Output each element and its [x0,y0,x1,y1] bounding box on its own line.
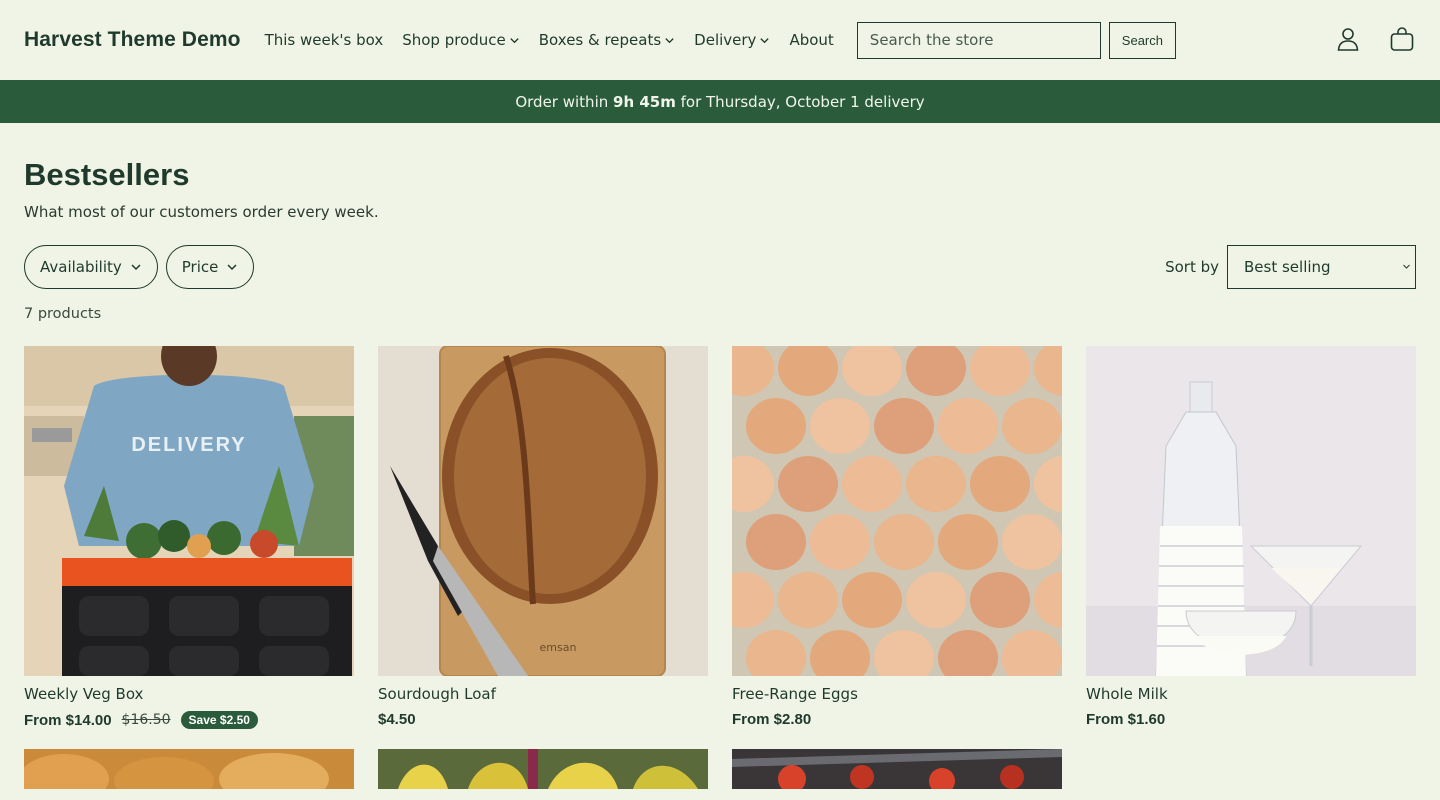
product-card[interactable] [378,749,708,789]
eggs-image [732,346,1062,676]
egg [842,572,902,628]
product-image[interactable] [732,346,1062,676]
sourdough-image: emsan [378,346,708,676]
site-header: Harvest Theme Demo This week's box Shop … [0,0,1440,80]
filter-bar: Availability Price Sort by Best selling [24,245,1416,289]
search-form: Search [856,21,1176,59]
product-card[interactable]: Free-Range Eggs From $2.80 [732,346,1062,729]
bananas-image [378,749,708,789]
announcement-suffix: for Thursday, October 1 delivery [675,92,925,111]
product-count: 7 products [24,306,102,322]
product-image[interactable] [24,749,354,789]
product-image[interactable] [732,749,1062,789]
egg [778,456,838,512]
nav-boxes-repeats[interactable]: Boxes & repeats [539,31,675,49]
product-image[interactable]: DELIVERY [24,346,354,676]
search-button[interactable]: Search [1108,21,1176,59]
delivery-person-image: DELIVERY [24,346,354,676]
chevron-down-icon [510,37,519,43]
nav-about[interactable]: About [789,31,833,49]
price-row: From $14.00 $16.50 Save $2.50 [24,711,354,729]
product-image[interactable] [378,749,708,789]
svg-text:emsan: emsan [540,641,577,654]
announcement-countdown: 9h 45m [613,92,676,111]
product-card[interactable]: DELIVERY Weekly Veg Box From $14.00 $16.… [24,346,354,729]
compare-price: $16.50 [121,712,171,728]
filter-group: Availability Price [24,245,255,289]
egg [938,514,998,570]
egg [874,398,934,454]
chevron-down-icon [131,264,141,271]
price-row: $4.50 [378,711,708,728]
account-icon[interactable] [1336,26,1360,52]
product-title[interactable]: Sourdough Loaf [378,685,708,703]
egg [970,572,1030,628]
sale-badge: Save $2.50 [180,711,258,729]
product-image[interactable]: emsan [378,346,708,676]
egg [938,398,998,454]
milk-image [1086,346,1416,676]
chevron-down-icon [1403,264,1410,269]
sort-label: Sort by [1165,258,1219,276]
nav-delivery[interactable]: Delivery [694,31,770,49]
product-price: From $2.80 [732,711,812,728]
product-title[interactable]: Free-Range Eggs [732,685,1062,703]
product-grid: DELIVERY Weekly Veg Box From $14.00 $16.… [24,346,1416,789]
egg [874,514,934,570]
price-row: From $1.60 [1086,711,1416,728]
chevron-down-icon [760,37,770,43]
svg-text:DELIVERY: DELIVERY [131,434,246,456]
main-nav: This week's box Shop produce Boxes & rep… [265,31,853,49]
cart-icon[interactable] [1390,26,1414,52]
filter-availability[interactable]: Availability [24,245,158,289]
egg [842,456,902,512]
egg [906,572,966,628]
product-title[interactable]: Whole Milk [1086,685,1416,703]
chevron-down-icon [227,264,237,271]
egg [746,514,806,570]
product-card[interactable] [732,749,1062,789]
egg [1002,398,1062,454]
egg [970,456,1030,512]
collection-main: Bestsellers What most of our customers o… [0,157,1440,789]
product-title[interactable]: Weekly Veg Box [24,685,354,703]
egg [746,398,806,454]
filter-price[interactable]: Price [165,245,255,289]
search-input[interactable] [856,21,1101,59]
egg [906,456,966,512]
mangoes-image [24,749,354,789]
egg [810,514,870,570]
site-logo[interactable]: Harvest Theme Demo [24,28,241,52]
page-title: Bestsellers [24,157,190,192]
nav-shop-produce[interactable]: Shop produce [402,31,520,49]
announcement-bar: Order within 9h 45m for Thursday, Octobe… [0,80,1440,123]
sort-select[interactable]: Best selling [1227,245,1416,289]
product-price: From $14.00 [24,711,112,729]
announcement-prefix: Order within [515,92,614,111]
product-card[interactable] [24,749,354,789]
tomatoes-image [732,749,1062,789]
product-card[interactable]: Whole Milk From $1.60 [1086,346,1416,729]
product-price: From $1.60 [1086,711,1166,728]
product-image[interactable] [1086,346,1416,676]
header-icons [1336,26,1414,52]
product-price: $4.50 [378,711,416,728]
price-row: From $2.80 [732,711,1062,728]
product-card[interactable]: emsan Sourdough Loaf $4.50 [378,346,708,729]
egg [810,398,870,454]
egg [778,572,838,628]
collection-description: What most of our customers order every w… [24,203,379,221]
chevron-down-icon [665,37,674,43]
sort-control: Sort by Best selling [1165,245,1416,289]
egg [1002,514,1062,570]
nav-this-weeks-box[interactable]: This week's box [265,31,384,49]
